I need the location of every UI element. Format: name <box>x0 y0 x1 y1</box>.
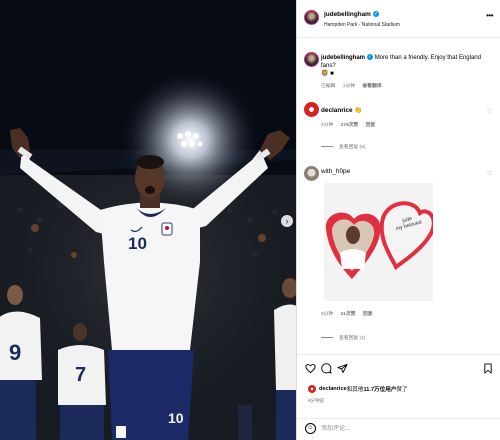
divider <box>321 337 333 339</box>
comment-avatar-declanrice[interactable] <box>304 102 319 117</box>
translate-link[interactable]: 查看翻译 <box>362 84 381 89</box>
comment-icon[interactable] <box>321 363 332 377</box>
teammate-number-left: 9 <box>9 340 22 365</box>
comment-like-heart-icon[interactable]: ♡ <box>487 108 492 115</box>
add-comment-bar: ☺ <box>297 418 500 440</box>
teammate-number-center: 7 <box>75 364 87 386</box>
comment-reply-button[interactable]: 回复 <box>366 123 376 128</box>
view-replies-label: 查看回复 (1) <box>339 336 366 341</box>
post-header: judebellingham ✓ Hampden Park - National … <box>297 0 500 38</box>
comment-username[interactable]: with_h0pe <box>321 168 350 175</box>
comment-text: 👏 <box>354 107 363 114</box>
next-image-button[interactable]: › <box>281 215 293 227</box>
comment-likes[interactable]: 275次赞 <box>341 123 359 128</box>
more-options-button[interactable]: ••• <box>486 11 493 20</box>
comment-input[interactable] <box>321 423 491 435</box>
verified-badge-icon: ✓ <box>367 54 374 61</box>
author-username[interactable]: judebellingham <box>324 11 371 18</box>
author-avatar[interactable] <box>304 10 319 25</box>
caption-emoji: 🦁 ■ <box>321 71 334 77</box>
bookmark-icon[interactable] <box>483 363 493 377</box>
celebration-image <box>0 0 296 440</box>
comment-reply-button[interactable]: 回复 <box>363 312 373 317</box>
post-side-panel: judebellingham ✓ Hampden Park - National … <box>296 0 500 440</box>
action-bar <box>297 354 500 384</box>
shirt-number: 10 <box>128 234 147 253</box>
caption-meta: 已編輯 1分钟 查看翻译 <box>321 82 388 89</box>
post-caption: judebellingham ✓ More than a friendly. En… <box>321 54 493 78</box>
heart-locket-sticker <box>325 201 436 279</box>
caption-username[interactable]: judebellingham <box>321 55 365 61</box>
share-icon[interactable] <box>337 363 348 377</box>
comment-time: 4分钟 <box>321 123 334 128</box>
comment-sticker-image[interactable]: jude my beloved <box>324 183 436 301</box>
post-photo: 10 10 9 7 › <box>0 0 296 440</box>
comment-meta: 5分钟 21次赞 回复 <box>321 310 379 317</box>
comment-meta: 4分钟 275次赞 回复 <box>321 121 381 128</box>
view-replies-button[interactable]: 查看回复 (1) <box>321 334 365 341</box>
heart-icon[interactable] <box>305 363 316 377</box>
author-username-row: judebellingham ✓ <box>324 11 379 18</box>
verified-badge-icon: ✓ <box>372 11 379 18</box>
comment-avatar-with_h0pe[interactable] <box>304 166 319 181</box>
comment-username[interactable]: declanrice <box>321 107 353 114</box>
caption-edited: 已編輯 <box>321 84 336 89</box>
comment-likes[interactable]: 21次赞 <box>341 312 356 317</box>
post-location[interactable]: Hampden Park - National Stadium <box>324 22 400 28</box>
comment-time: 5分钟 <box>321 312 334 317</box>
comment-with_h0pe: with_h0pe <box>321 168 350 175</box>
liked-by-mid: 和其他 <box>346 387 364 393</box>
caption-avatar[interactable] <box>304 52 319 67</box>
view-replies-label: 查看回复 (6) <box>339 145 366 150</box>
comment-like-heart-icon[interactable]: ♡ <box>487 170 492 177</box>
posted-ago: 8分钟前 <box>308 398 325 403</box>
view-replies-button[interactable]: 查看回复 (6) <box>321 143 365 150</box>
caption-time: 1分钟 <box>342 84 356 89</box>
liked-by-count[interactable]: 11.7万位用户 <box>363 385 396 393</box>
comment-declanrice: declanrice 👏 <box>321 106 362 114</box>
shorts-number: 10 <box>168 410 184 426</box>
liked-by: declanrice 和其他 11.7万位用户 赞了 <box>308 385 408 393</box>
liked-by-user[interactable]: declanrice <box>319 386 347 392</box>
emoji-icon[interactable]: ☺ <box>305 423 316 434</box>
instagram-post-modal: 10 10 9 7 › judebellingham ✓ Hampden Park… <box>0 0 500 440</box>
divider <box>321 146 333 148</box>
liked-by-avatar[interactable] <box>308 385 316 393</box>
liked-by-end: 赞了 <box>396 387 408 393</box>
